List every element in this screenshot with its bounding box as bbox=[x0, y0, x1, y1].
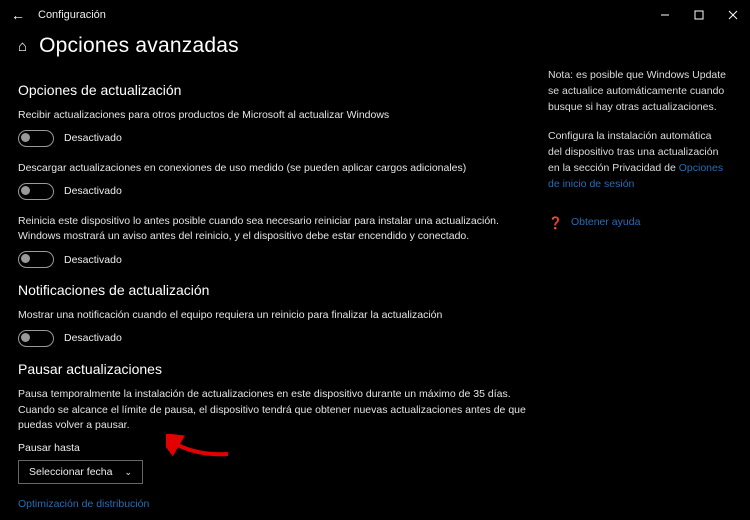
pause-until-label: Pausar hasta bbox=[18, 442, 528, 454]
section-update-options-title: Opciones de actualización bbox=[18, 82, 528, 98]
close-button[interactable] bbox=[716, 0, 750, 30]
maximize-button[interactable] bbox=[682, 0, 716, 30]
toggle-restart-notification[interactable] bbox=[18, 330, 54, 347]
back-button[interactable]: ← bbox=[10, 7, 26, 23]
chevron-down-icon: ⌄ bbox=[124, 467, 132, 478]
app-title: Configuración bbox=[38, 9, 106, 21]
toggle-metered-download-state: Desactivado bbox=[64, 185, 122, 197]
help-icon: ❓ bbox=[548, 214, 563, 232]
section-notifications-title: Notificaciones de actualización bbox=[18, 282, 528, 298]
toggle-restart-asap[interactable] bbox=[18, 251, 54, 268]
section-pause-title: Pausar actualizaciones bbox=[18, 361, 528, 377]
option-restart-notification-desc: Mostrar una notificación cuando el equip… bbox=[18, 308, 528, 324]
toggle-restart-notification-state: Desactivado bbox=[64, 332, 122, 344]
option-receive-other-products-desc: Recibir actualizaciones para otros produ… bbox=[18, 108, 528, 124]
pause-date-dropdown[interactable]: Seleccionar fecha ⌄ bbox=[18, 460, 143, 484]
toggle-receive-other-products-state: Desactivado bbox=[64, 132, 122, 144]
option-restart-asap-desc: Reinicia este dispositivo lo antes posib… bbox=[18, 214, 528, 246]
toggle-metered-download[interactable] bbox=[18, 183, 54, 200]
link-get-help[interactable]: Obtener ayuda bbox=[571, 215, 640, 231]
toggle-receive-other-products[interactable] bbox=[18, 130, 54, 147]
pause-desc: Pausa temporalmente la instalación de ac… bbox=[18, 387, 528, 434]
home-icon[interactable]: ⌂ bbox=[18, 38, 27, 55]
toggle-restart-asap-state: Desactivado bbox=[64, 254, 122, 266]
minimize-button[interactable] bbox=[648, 0, 682, 30]
link-delivery-optimization[interactable]: Optimización de distribución bbox=[18, 498, 528, 510]
option-metered-download-desc: Descargar actualizaciones en conexiones … bbox=[18, 161, 528, 177]
page-title: Opciones avanzadas bbox=[39, 34, 239, 58]
sidebar-configure-text: Configura la instalación automática del … bbox=[548, 129, 728, 192]
pause-date-value: Seleccionar fecha bbox=[29, 466, 112, 478]
sidebar-note: Nota: es posible que Windows Update se a… bbox=[548, 68, 728, 115]
